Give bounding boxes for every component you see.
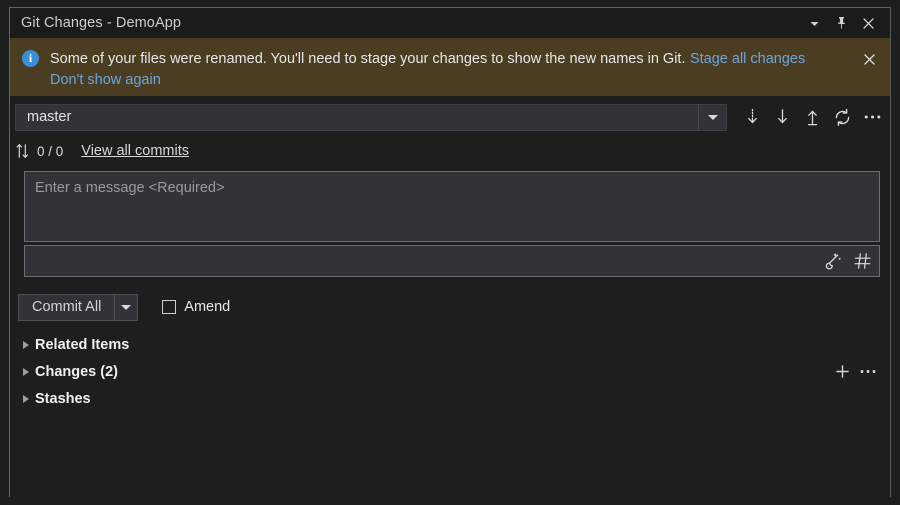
fetch-button[interactable] [737, 103, 767, 131]
pull-down-arrow-icon [774, 108, 791, 127]
notification-close-button[interactable] [856, 47, 882, 71]
branch-selector[interactable]: master [15, 104, 727, 131]
expander-collapsed-icon[interactable] [16, 395, 35, 403]
up-down-arrows-icon [15, 143, 30, 159]
git-more-options-button[interactable] [857, 103, 887, 131]
sync-button[interactable] [827, 103, 857, 131]
dont-show-again-link[interactable]: Don't show again [50, 70, 856, 91]
pull-button[interactable] [767, 103, 797, 131]
chevron-right-icon [23, 395, 29, 403]
hash-icon [854, 252, 872, 270]
git-changes-tool-window: Git Changes - DemoApp i S [0, 0, 900, 505]
window-control-group [801, 8, 890, 38]
branch-dropdown-caret[interactable] [698, 105, 726, 130]
stage-all-changes-link[interactable]: Stage all changes [690, 51, 805, 67]
push-button[interactable] [797, 103, 827, 131]
changes-actions [830, 360, 890, 384]
expander-collapsed-icon[interactable] [16, 368, 35, 376]
git-actions-toolbar [737, 103, 887, 131]
commit-message-toolbar [24, 245, 880, 277]
amend-checkbox[interactable] [162, 300, 176, 314]
commit-action-row: Commit All Amend [10, 291, 890, 323]
plus-icon [835, 364, 850, 379]
chevron-down-icon [809, 18, 820, 29]
ellipsis-icon [863, 113, 882, 121]
commit-status-row: 0 / 0 View all commits [10, 138, 890, 164]
tree-item-changes[interactable]: Changes (2) [10, 358, 890, 385]
stage-all-button[interactable] [830, 360, 855, 384]
close-icon [862, 17, 875, 30]
notification-message: Some of your files were renamed. You'll … [50, 51, 686, 67]
generate-commit-message-button[interactable] [819, 248, 847, 274]
chevron-right-icon [23, 368, 29, 376]
close-window-button[interactable] [855, 10, 882, 36]
chevron-down-icon [121, 305, 131, 310]
amend-label: Amend [184, 299, 230, 315]
pin-window-button[interactable] [828, 10, 855, 36]
git-changes-tree: Related Items Changes (2) [10, 331, 890, 412]
changes-more-options-button[interactable] [855, 360, 880, 384]
tree-item-label: Related Items [35, 337, 129, 353]
close-icon [863, 53, 876, 66]
window-options-dropdown[interactable] [801, 10, 828, 36]
tree-item-label: Changes (2) [35, 364, 118, 380]
commit-counts-label: 0 / 0 [37, 144, 63, 159]
insert-work-item-button[interactable] [849, 248, 877, 274]
info-icon: i [22, 50, 39, 67]
tree-item-label: Stashes [35, 391, 91, 407]
ellipsis-icon [859, 368, 877, 375]
expander-collapsed-icon[interactable] [16, 341, 35, 349]
tree-item-stashes[interactable]: Stashes [10, 385, 890, 412]
chevron-down-icon [708, 115, 718, 120]
commit-all-dropdown-caret[interactable] [114, 295, 137, 320]
commit-message-placeholder: Enter a message <Required> [25, 172, 879, 196]
view-all-commits-link[interactable]: View all commits [81, 143, 189, 159]
window-title: Git Changes - DemoApp [21, 15, 181, 31]
chevron-right-icon [23, 341, 29, 349]
amend-checkbox-group[interactable]: Amend [162, 299, 230, 315]
branch-name-label: master [27, 109, 698, 125]
commit-all-button[interactable]: Commit All [18, 294, 138, 321]
rename-notification-bar: i Some of your files were renamed. You'l… [10, 38, 890, 96]
branch-toolbar-row: master [10, 96, 890, 138]
commit-message-input[interactable]: Enter a message <Required> [24, 171, 880, 242]
window-border-right [890, 8, 891, 497]
sparkle-wand-icon [824, 252, 843, 271]
commit-all-label: Commit All [19, 299, 114, 315]
notification-body: Some of your files were renamed. You'll … [50, 48, 856, 91]
fetch-icon [744, 108, 761, 127]
pin-icon [835, 16, 848, 30]
sync-refresh-icon [833, 108, 852, 127]
push-up-arrow-icon [804, 108, 821, 127]
title-bar: Git Changes - DemoApp [10, 8, 890, 38]
tree-item-related-items[interactable]: Related Items [10, 331, 890, 358]
